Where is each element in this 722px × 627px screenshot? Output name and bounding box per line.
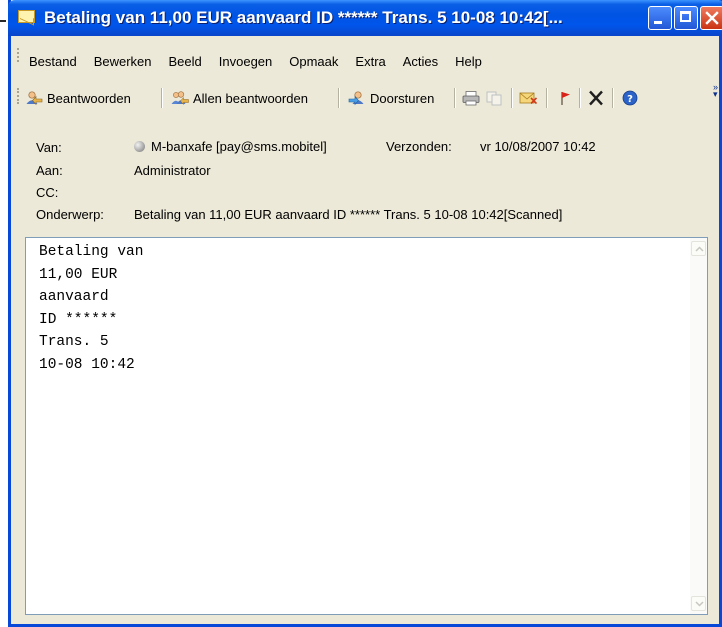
envelope-icon: [18, 10, 35, 23]
reply-all-icon: [171, 91, 189, 106]
body-line: aanvaard: [39, 289, 109, 305]
subject-label: Onderwerp:: [36, 207, 104, 222]
reply-icon: [26, 91, 43, 106]
print-button[interactable]: [462, 88, 484, 108]
toolbar-separator: [454, 88, 456, 108]
title-bar[interactable]: Betaling van 11,00 EUR aanvaard ID *****…: [8, 0, 722, 36]
body-line: 10-08 10:42: [39, 356, 135, 373]
menu-beeld[interactable]: Beeld: [169, 54, 202, 69]
sent-value: vr 10/08/2007 10:42: [480, 139, 596, 154]
reply-label: Beantwoorden: [47, 90, 131, 106]
menu-help[interactable]: Help: [455, 54, 482, 69]
help-button[interactable]: ?: [621, 88, 643, 108]
scroll-up-button[interactable]: [691, 241, 706, 256]
menu-bar: Bestand Bewerken Beeld Invoegen Opmaak E…: [11, 36, 719, 74]
toolbar-grip[interactable]: [17, 88, 21, 104]
close-button[interactable]: [700, 6, 722, 30]
cc-label: CC:: [36, 185, 59, 200]
from-value[interactable]: M-banxafe [pay@sms.mobitel]: [134, 139, 327, 154]
body-line: 11,00 EUR: [39, 266, 118, 283]
window-title: Betaling van 11,00 EUR aanvaard ID *****…: [44, 8, 563, 27]
body-line: Betaling van: [39, 244, 144, 260]
background-line: [0, 20, 6, 22]
toolbar-overflow-chevron-icon[interactable]: » ▾: [713, 83, 721, 106]
toolbar-separator: [338, 88, 340, 108]
reply-button[interactable]: Beantwoorden: [25, 88, 131, 108]
minimize-button[interactable]: [648, 6, 672, 30]
envelope-move-icon: [519, 92, 537, 105]
printer-icon: [462, 91, 480, 106]
delete-icon: [589, 90, 603, 106]
scroll-down-button[interactable]: [691, 596, 706, 611]
reply-all-button[interactable]: Allen beantwoorden: [171, 88, 308, 108]
move-to-folder-button[interactable]: [519, 88, 541, 108]
delete-button[interactable]: [587, 88, 609, 108]
chevron-down-icon: [695, 601, 704, 607]
menu-invoegen[interactable]: Invoegen: [219, 54, 273, 69]
help-icon: ?: [622, 90, 638, 106]
forward-label: Doorsturen: [370, 90, 435, 106]
sent-label: Verzonden:: [386, 139, 452, 154]
message-body[interactable]: Betaling van 11,00 EUR aanvaard ID ****** Tr…: [25, 237, 708, 615]
close-icon: [705, 11, 719, 25]
toolbar-separator: [612, 88, 614, 108]
from-address: M-banxafe [pay@sms.mobitel]: [151, 139, 327, 154]
toolbar-separator: [511, 88, 513, 108]
toolbar-separator: [579, 88, 581, 108]
menu-acties[interactable]: Acties: [403, 54, 438, 69]
chevron-up-icon: [695, 246, 704, 252]
menubar-grip[interactable]: [17, 48, 21, 62]
from-label: Van:: [36, 140, 62, 155]
message-body-text: Betaling van 11,00 EUR aanvaard ID ****** Tr…: [39, 241, 143, 376]
copy-icon: [486, 91, 502, 106]
message-header: Van: M-banxafe [pay@sms.mobitel] Verzond…: [11, 122, 719, 232]
to-value[interactable]: Administrator: [134, 163, 211, 178]
menu-extra[interactable]: Extra: [355, 54, 385, 69]
menu-bestand[interactable]: Bestand: [29, 54, 77, 69]
forward-button[interactable]: Doorsturen: [348, 88, 434, 108]
vertical-scrollbar[interactable]: [690, 238, 707, 614]
reply-all-label: Allen beantwoorden: [193, 90, 308, 106]
menu-bewerken[interactable]: Bewerken: [94, 54, 152, 69]
copy-button[interactable]: [485, 88, 507, 108]
presence-icon: [134, 141, 145, 152]
flag-icon: [561, 92, 570, 105]
body-line: ID ******: [39, 311, 118, 328]
follow-up-flag-button[interactable]: [556, 88, 578, 108]
body-line: Trans. 5: [39, 334, 109, 350]
menu-opmaak[interactable]: Opmaak: [289, 54, 338, 69]
forward-icon: [348, 91, 364, 106]
maximize-button[interactable]: [674, 6, 698, 30]
toolbar: Beantwoorden Allen beantwoorden Doorstur…: [11, 76, 719, 116]
to-label: Aan:: [36, 163, 63, 178]
svg-text:?: ?: [627, 94, 633, 105]
toolbar-separator: [546, 88, 548, 108]
message-window: Betaling van 11,00 EUR aanvaard ID *****…: [8, 0, 722, 627]
subject-value: Betaling van 11,00 EUR aanvaard ID *****…: [134, 207, 563, 222]
toolbar-separator: [161, 88, 163, 108]
